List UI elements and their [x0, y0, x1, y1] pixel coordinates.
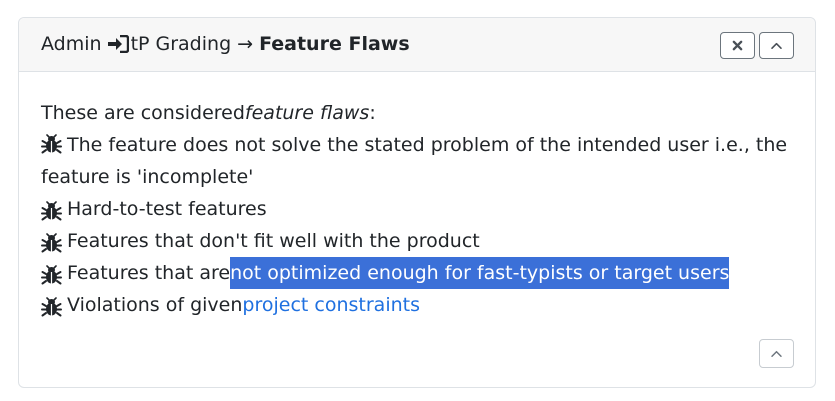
panel-body: These are considered feature flaws: The …	[41, 97, 797, 321]
panel-header: Admin tP Grading → Feature Flaws	[19, 18, 815, 72]
list-item-text: Features that are	[67, 262, 231, 284]
list-item-text: Features that don't fit well with the pr…	[67, 230, 480, 252]
project-constraints-link[interactable]: project constraints	[242, 289, 420, 321]
breadcrumb-arrow: →	[237, 33, 254, 55]
chevron-up-icon	[771, 42, 782, 50]
chevron-up-icon	[771, 350, 782, 357]
page-title: Feature Flaws	[259, 33, 410, 55]
bug-icon	[41, 199, 62, 221]
list-item-text: Hard-to-test features	[67, 198, 267, 220]
intro-emphasis: feature flaws	[244, 102, 370, 124]
breadcrumb-tp-grading: tP Grading	[130, 33, 232, 55]
breadcrumb-admin: Admin	[41, 33, 102, 55]
list-item: The feature does not solve the stated pr…	[41, 129, 797, 193]
list-item-text: Violations of given	[67, 294, 243, 316]
sign-in-icon	[107, 34, 129, 54]
bug-icon	[41, 295, 62, 317]
selected-text[interactable]: not optimized enough for fast-typists or…	[230, 257, 730, 289]
collapse-bottom-button[interactable]	[759, 339, 794, 368]
intro-suffix: :	[369, 102, 376, 124]
list-item-text: The feature does not solve the stated pr…	[41, 134, 788, 188]
bug-icon	[41, 231, 62, 253]
list-item: Features that don't fit well with the pr…	[41, 225, 797, 257]
close-icon	[732, 40, 743, 51]
intro-text: These are considered feature flaws:	[41, 97, 797, 129]
bug-icon	[41, 263, 62, 285]
collapse-button[interactable]	[759, 32, 794, 59]
list-item: Hard-to-test features	[41, 193, 797, 225]
list-item: Features that are not optimized enough f…	[41, 257, 797, 289]
feature-flaws-panel: Admin tP Grading → Feature Flaws These a…	[18, 17, 816, 388]
list-item: Violations of given project constraints	[41, 289, 797, 321]
breadcrumb: Admin tP Grading → Feature Flaws	[41, 32, 410, 56]
intro-prefix: These are considered	[41, 102, 245, 124]
close-button[interactable]	[720, 32, 755, 59]
bug-icon	[41, 132, 62, 154]
